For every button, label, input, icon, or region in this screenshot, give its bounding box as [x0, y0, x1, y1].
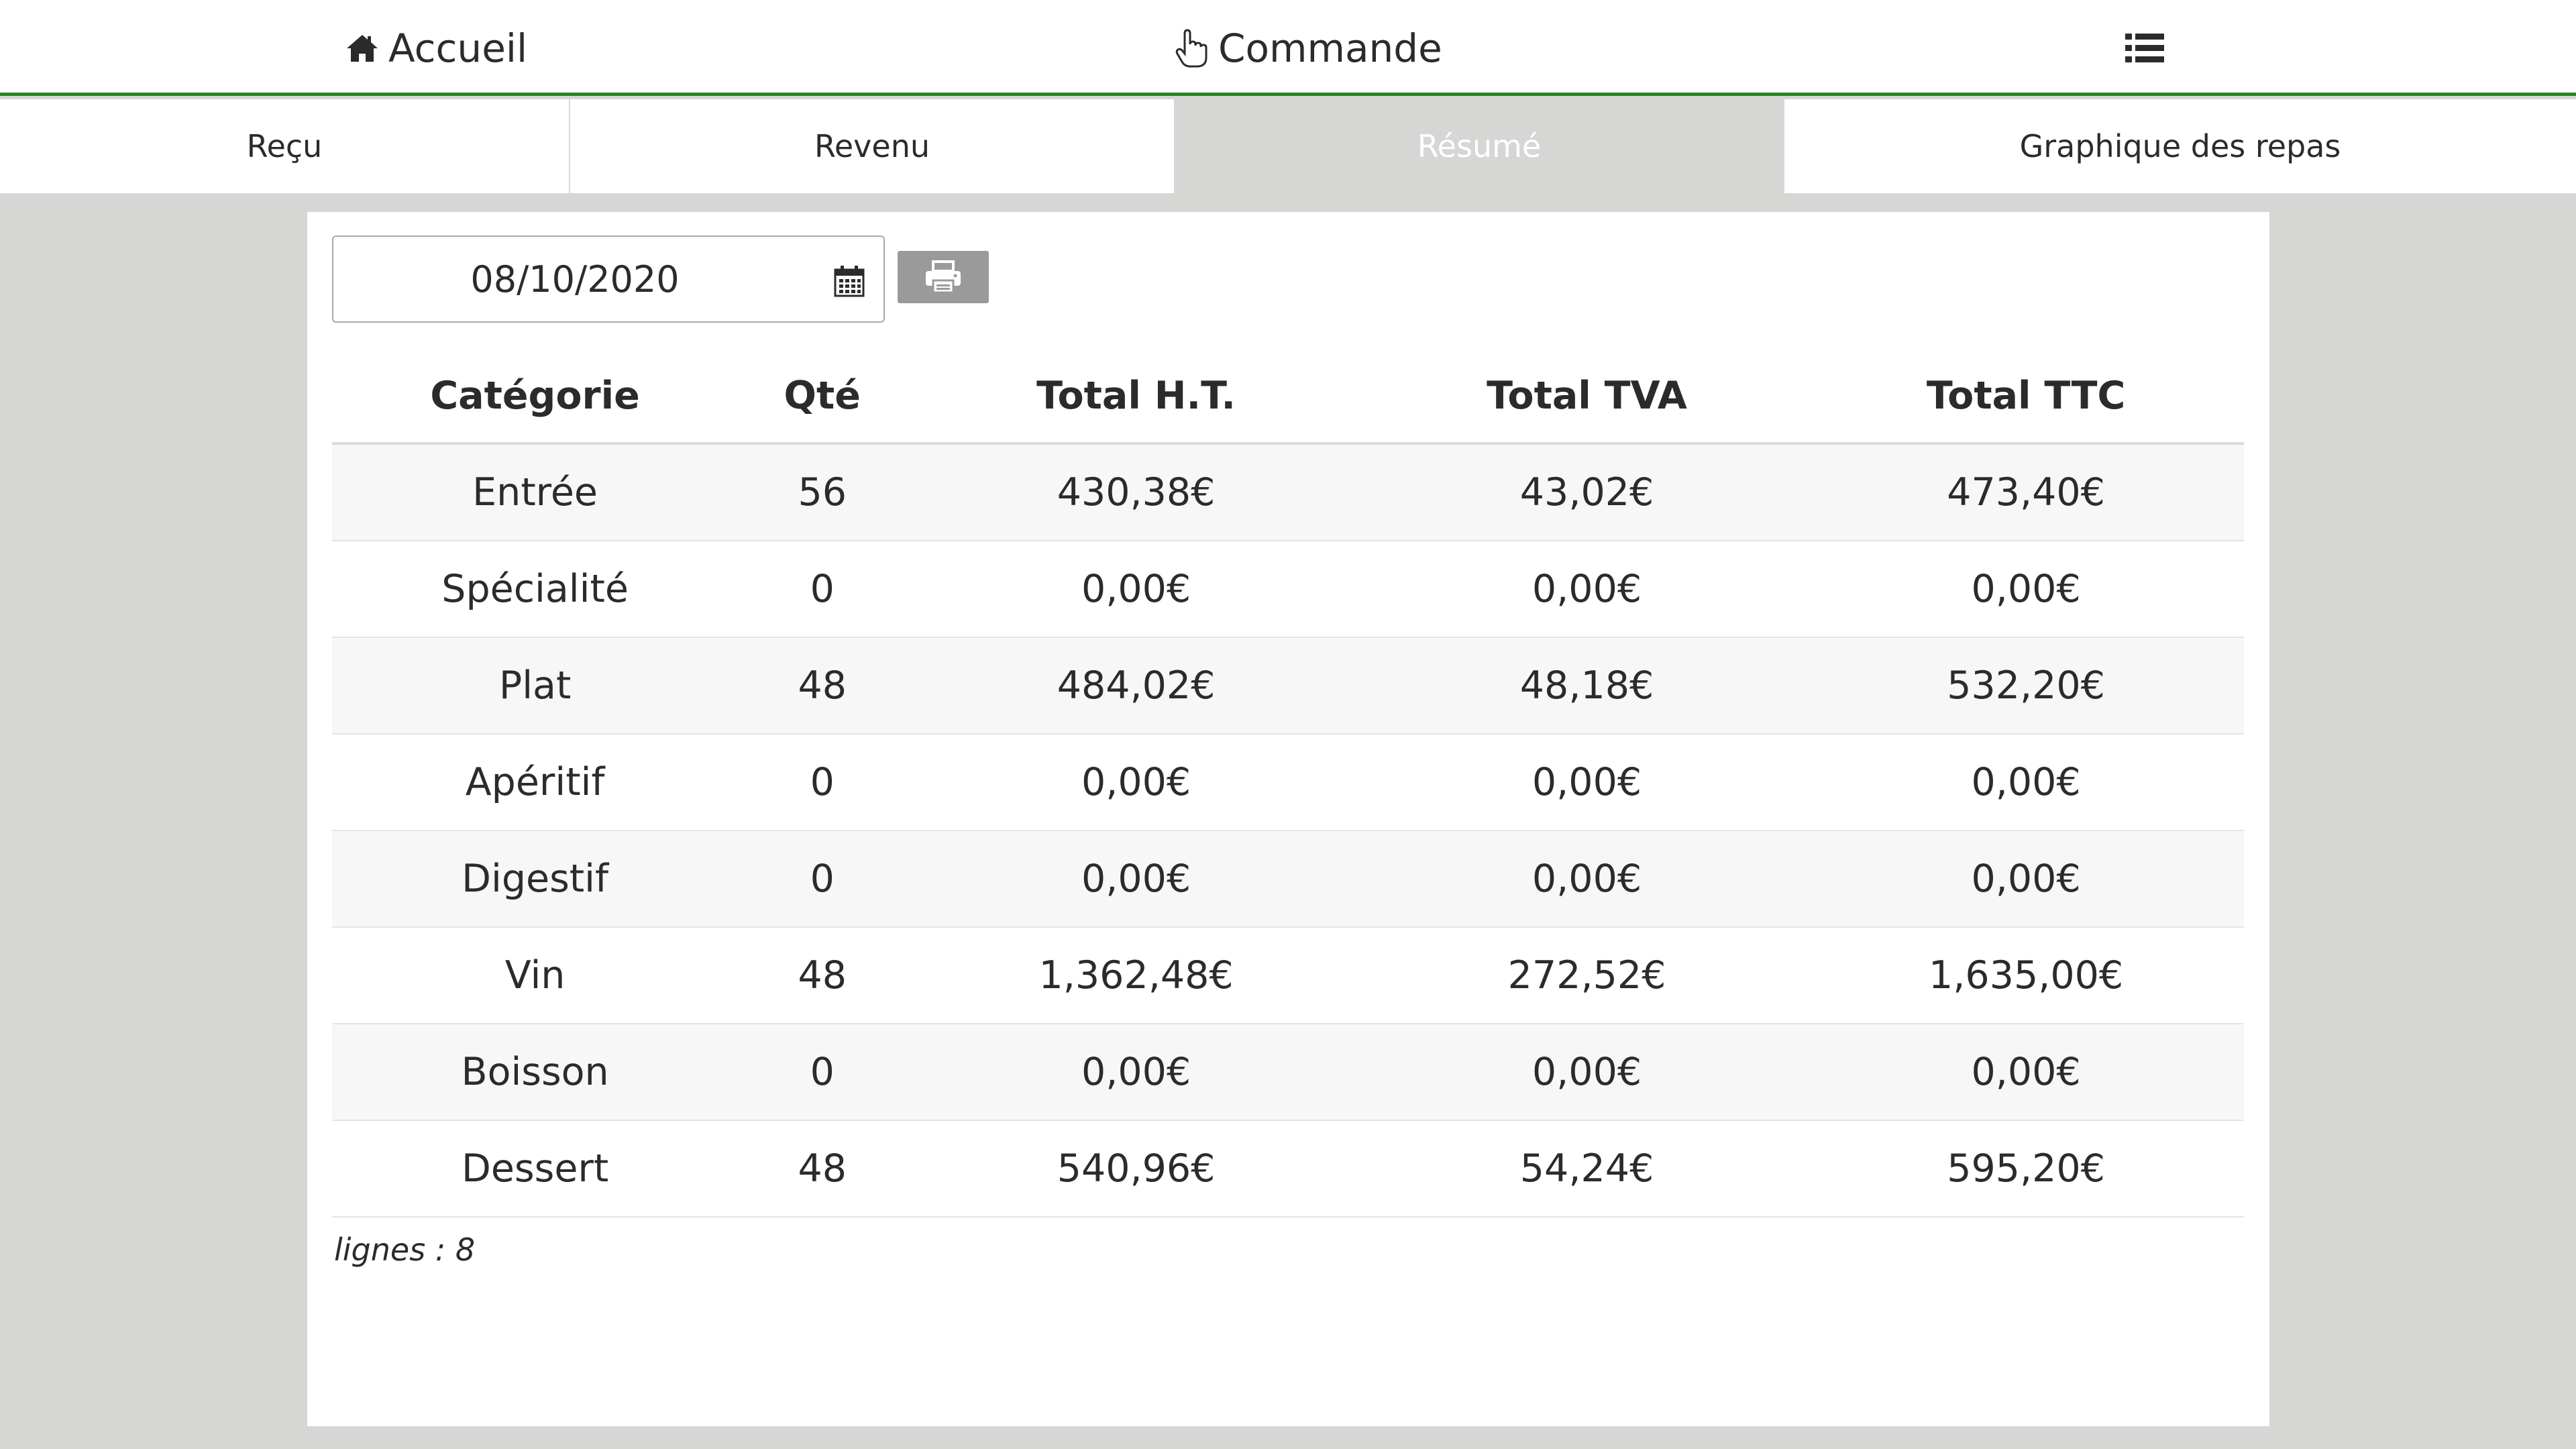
cell-categorie: Dessert [332, 1120, 739, 1218]
header-total-ttc[interactable]: Total TTC [1808, 350, 2244, 445]
table-row: Entrée 56 430,38€ 43,02€ 473,40€ [332, 443, 2244, 541]
cell-total-ttc: 0,00€ [1808, 734, 2244, 831]
list-icon [2125, 33, 2164, 62]
cell-total-tva: 0,00€ [1365, 1024, 1809, 1121]
table-row: Vin 48 1,362,48€ 272,52€ 1,635,00€ [332, 927, 2244, 1024]
table-row: Plat 48 484,02€ 48,18€ 532,20€ [332, 637, 2244, 735]
cell-total-ttc: 532,20€ [1808, 637, 2244, 735]
header-total-tva[interactable]: Total TVA [1365, 350, 1809, 445]
cell-total-ttc: 1,635,00€ [1808, 927, 2244, 1024]
cell-total-ttc: 473,40€ [1808, 443, 2244, 541]
cell-total-ht: 0,00€ [906, 830, 1366, 928]
nav-home[interactable]: Accueil [345, 0, 527, 96]
print-icon [926, 260, 961, 294]
cell-categorie: Apéritif [332, 734, 739, 831]
home-icon [347, 34, 378, 62]
summary-card: 08/10/2020 Catégorie Qté Total H.T. Tota… [307, 212, 2269, 1426]
cell-total-ht: 0,00€ [906, 1024, 1366, 1121]
calendar-icon[interactable] [834, 265, 865, 297]
cell-total-ttc: 595,20€ [1808, 1120, 2244, 1218]
table-row: Spécialité 0 0,00€ 0,00€ 0,00€ [332, 541, 2244, 638]
cell-total-ht: 0,00€ [906, 734, 1366, 831]
cell-total-ht: 484,02€ [906, 637, 1366, 735]
tab-graphique-repas[interactable]: Graphique des repas [1784, 99, 2576, 193]
tab-resume[interactable]: Résumé [1174, 99, 1784, 193]
cell-categorie: Digestif [332, 830, 739, 928]
cell-total-ht: 0,00€ [906, 541, 1366, 638]
top-navigation: Accueil Commande [0, 0, 2576, 96]
cell-categorie: Vin [332, 927, 739, 1024]
cell-qte: 0 [738, 734, 907, 831]
hand-pointer-icon [1175, 28, 1208, 67]
cell-total-ht: 1,362,48€ [906, 927, 1366, 1024]
print-button[interactable] [898, 251, 989, 303]
cell-total-ht: 540,96€ [906, 1120, 1366, 1218]
nav-order-label: Commande [1218, 25, 1442, 71]
table-row: Boisson 0 0,00€ 0,00€ 0,00€ [332, 1024, 2244, 1121]
table-row: Digestif 0 0,00€ 0,00€ 0,00€ [332, 830, 2244, 928]
cell-qte: 56 [738, 443, 907, 541]
cell-total-tva: 43,02€ [1365, 443, 1809, 541]
cell-total-ttc: 0,00€ [1808, 541, 2244, 638]
cell-qte: 0 [738, 1024, 907, 1121]
row-count: lignes : 8 [334, 1232, 476, 1268]
nav-home-label: Accueil [388, 25, 528, 71]
table-header-row: Catégorie Qté Total H.T. Total TVA Total… [332, 350, 2244, 445]
cell-qte: 0 [738, 830, 907, 928]
date-value: 08/10/2020 [470, 258, 680, 301]
cell-categorie: Plat [332, 637, 739, 735]
nav-order[interactable]: Commande [1174, 0, 1442, 96]
cell-total-ttc: 0,00€ [1808, 830, 2244, 928]
header-total-ht[interactable]: Total H.T. [906, 350, 1366, 445]
cell-total-ttc: 0,00€ [1808, 1024, 2244, 1121]
cell-total-tva: 48,18€ [1365, 637, 1809, 735]
cell-qte: 48 [738, 927, 907, 1024]
table-row: Apéritif 0 0,00€ 0,00€ 0,00€ [332, 734, 2244, 831]
cell-total-ht: 430,38€ [906, 443, 1366, 541]
cell-categorie: Spécialité [332, 541, 739, 638]
cell-total-tva: 272,52€ [1365, 927, 1809, 1024]
cell-total-tva: 54,24€ [1365, 1120, 1809, 1218]
tab-recu[interactable]: Reçu [0, 99, 570, 193]
nav-menu[interactable] [2125, 0, 2174, 96]
summary-table: Catégorie Qté Total H.T. Total TVA Total… [332, 350, 2244, 1218]
date-input[interactable]: 08/10/2020 [332, 235, 885, 323]
cell-total-tva: 0,00€ [1365, 541, 1809, 638]
cell-qte: 0 [738, 541, 907, 638]
header-qte[interactable]: Qté [738, 350, 907, 445]
cell-categorie: Entrée [332, 443, 739, 541]
cell-qte: 48 [738, 637, 907, 735]
cell-total-tva: 0,00€ [1365, 830, 1809, 928]
table-row: Dessert 48 540,96€ 54,24€ 595,20€ [332, 1120, 2244, 1218]
report-tabs: Reçu Revenu Résumé Graphique des repas [0, 99, 2576, 193]
cell-categorie: Boisson [332, 1024, 739, 1121]
cell-total-tva: 0,00€ [1365, 734, 1809, 831]
header-categorie[interactable]: Catégorie [332, 350, 739, 445]
cell-qte: 48 [738, 1120, 907, 1218]
tab-revenu[interactable]: Revenu [570, 99, 1174, 193]
